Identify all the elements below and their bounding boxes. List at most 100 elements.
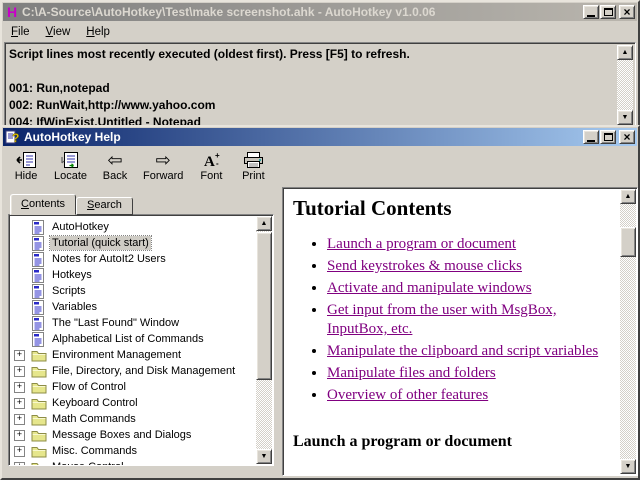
tab-contents[interactable]: Contents — [10, 194, 76, 215]
tree-item[interactable]: + Flow of Control — [11, 379, 255, 395]
tutorial-link[interactable]: Overview of other features — [327, 387, 488, 403]
menu-view[interactable]: View — [46, 26, 71, 38]
tree-item-label: Flow of Control — [50, 380, 128, 394]
hide-icon — [15, 149, 37, 170]
tree-item[interactable]: The "Last Found" Window — [11, 315, 255, 331]
tree-item[interactable]: Hotkeys — [11, 267, 255, 283]
tree-item-label: Message Boxes and Dialogs — [50, 428, 193, 442]
scroll-down-button[interactable]: ▼ — [617, 110, 633, 125]
forward-button[interactable]: ⇨ Forward — [137, 148, 189, 182]
help-toolbar: Hide Locate ⇦ Back ⇨ Forward — [2, 146, 638, 186]
tree-item-label: Math Commands — [50, 412, 138, 426]
help-maximize-button[interactable] — [600, 130, 616, 144]
locate-button[interactable]: Locate — [48, 148, 93, 182]
font-button[interactable]: A + - Font — [191, 148, 231, 182]
tree-item[interactable]: + File, Directory, and Disk Management — [11, 363, 255, 379]
expand-icon[interactable]: + — [14, 366, 25, 377]
contents-tree: AutoHotkeyTutorial (quick start)Notes fo… — [8, 214, 274, 466]
tree-item[interactable]: +Keyboard Control — [11, 395, 255, 411]
tree-scrollbar[interactable]: ▲ ▼ — [256, 216, 272, 464]
scroll-up-button[interactable]: ▲ — [620, 189, 636, 204]
tree-item[interactable]: Scripts — [11, 283, 255, 299]
minimize-icon — [587, 15, 595, 17]
script-line: 001: Run,notepad — [9, 80, 613, 97]
scroll-thumb[interactable] — [256, 232, 272, 380]
maximize-button[interactable] — [600, 5, 616, 19]
close-button[interactable]: × — [619, 5, 635, 19]
scroll-down-button[interactable]: ▼ — [620, 459, 636, 474]
minimize-button[interactable] — [583, 5, 599, 19]
tree-item[interactable]: + Misc. Commands — [11, 443, 255, 459]
help-body: Contents Search AutoHotkeyTutorial (quic… — [4, 187, 638, 478]
tutorial-link[interactable]: Launch a program or document — [327, 236, 516, 252]
locate-label: Locate — [54, 170, 87, 182]
expand-icon[interactable]: + — [14, 430, 25, 441]
minimize-icon — [587, 140, 595, 142]
scroll-down-icon: ▼ — [622, 109, 629, 126]
forward-label: Forward — [143, 170, 183, 182]
script-header: Script lines most recently executed (old… — [9, 46, 613, 63]
print-button[interactable]: Print — [233, 148, 273, 182]
tutorial-link[interactable]: Activate and manipulate windows — [327, 280, 532, 296]
folder-icon — [31, 381, 47, 394]
expand-icon[interactable]: + — [14, 350, 25, 361]
autohotkey-main-window: H C:\A-Source\AutoHotkey\Test\make scree… — [0, 0, 640, 130]
expand-icon[interactable]: + — [14, 462, 25, 467]
script-line: 002: RunWait,http://www.yahoo.com — [9, 97, 613, 114]
back-button[interactable]: ⇦ Back — [95, 148, 135, 182]
menu-help[interactable]: Help — [86, 26, 110, 38]
expand-icon[interactable]: + — [14, 382, 25, 393]
help-minimize-button[interactable] — [583, 130, 599, 144]
tree-item[interactable]: + Environment Management — [11, 347, 255, 363]
expand-icon[interactable]: + — [14, 446, 25, 457]
scroll-up-button[interactable]: ▲ — [617, 45, 633, 60]
tree-item-label: Environment Management — [50, 348, 183, 362]
tree-item[interactable]: Notes for AutoIt2 Users — [11, 251, 255, 267]
help-close-button[interactable]: × — [619, 130, 635, 144]
svg-text:?: ? — [12, 131, 19, 144]
tree-item[interactable]: + Math Commands — [11, 411, 255, 427]
tab-strip: Contents Search — [10, 194, 274, 215]
tutorial-link-item: Launch a program or document — [327, 235, 615, 254]
tree-item-label: Alphabetical List of Commands — [50, 332, 206, 346]
hide-label: Hide — [15, 170, 38, 182]
tree-item-label: Misc. Commands — [50, 444, 139, 458]
tree-item[interactable]: +Mouse Control — [11, 459, 255, 466]
tab-search[interactable]: Search — [76, 197, 133, 215]
script-scrollbar[interactable]: ▲ ▼ — [617, 45, 633, 125]
menu-file[interactable]: File — [11, 26, 30, 38]
expand-icon[interactable]: + — [14, 414, 25, 425]
topic-content: Tutorial Contents Launch a program or do… — [285, 190, 619, 475]
tree-item-label: File, Directory, and Disk Management — [50, 364, 237, 378]
scroll-track[interactable] — [617, 60, 633, 110]
print-icon — [242, 149, 264, 170]
scroll-up-icon: ▲ — [622, 44, 629, 61]
tree-item-label: Hotkeys — [50, 268, 94, 282]
tree-item[interactable]: Alphabetical List of Commands — [11, 331, 255, 347]
folder-icon — [31, 445, 47, 458]
help-book-icon: ? — [5, 130, 21, 144]
scroll-down-button[interactable]: ▼ — [256, 449, 272, 464]
help-titlebar: ? AutoHotkey Help × — [3, 128, 637, 146]
scroll-thumb[interactable] — [620, 227, 636, 257]
tutorial-link[interactable]: Manipulate the clipboard and script vari… — [327, 343, 598, 359]
tutorial-link[interactable]: Get input from the user with MsgBox, Inp… — [327, 302, 557, 337]
tutorial-link[interactable]: Send keystrokes & mouse clicks — [327, 258, 522, 274]
back-label: Back — [103, 170, 127, 182]
hide-button[interactable]: Hide — [6, 148, 46, 182]
topic-scrollbar[interactable]: ▲ ▼ — [620, 189, 636, 474]
scroll-up-button[interactable]: ▲ — [256, 216, 272, 231]
scroll-up-icon: ▲ — [625, 193, 632, 200]
tree-item[interactable]: Tutorial (quick start) — [11, 235, 255, 251]
maximize-icon — [604, 8, 613, 16]
tree-item[interactable]: + Message Boxes and Dialogs — [11, 427, 255, 443]
document-icon — [31, 316, 47, 331]
expand-icon[interactable]: + — [14, 398, 25, 409]
tree-item[interactable]: Variables — [11, 299, 255, 315]
tutorial-link-item: Manipulate the clipboard and script vari… — [327, 342, 615, 361]
tutorial-link-item: Activate and manipulate windows — [327, 279, 615, 298]
navigation-pane: Contents Search AutoHotkeyTutorial (quic… — [4, 187, 276, 478]
tutorial-link[interactable]: Manipulate files and folders — [327, 365, 496, 381]
font-label: Font — [200, 170, 222, 182]
tree-item[interactable]: AutoHotkey — [11, 219, 255, 235]
